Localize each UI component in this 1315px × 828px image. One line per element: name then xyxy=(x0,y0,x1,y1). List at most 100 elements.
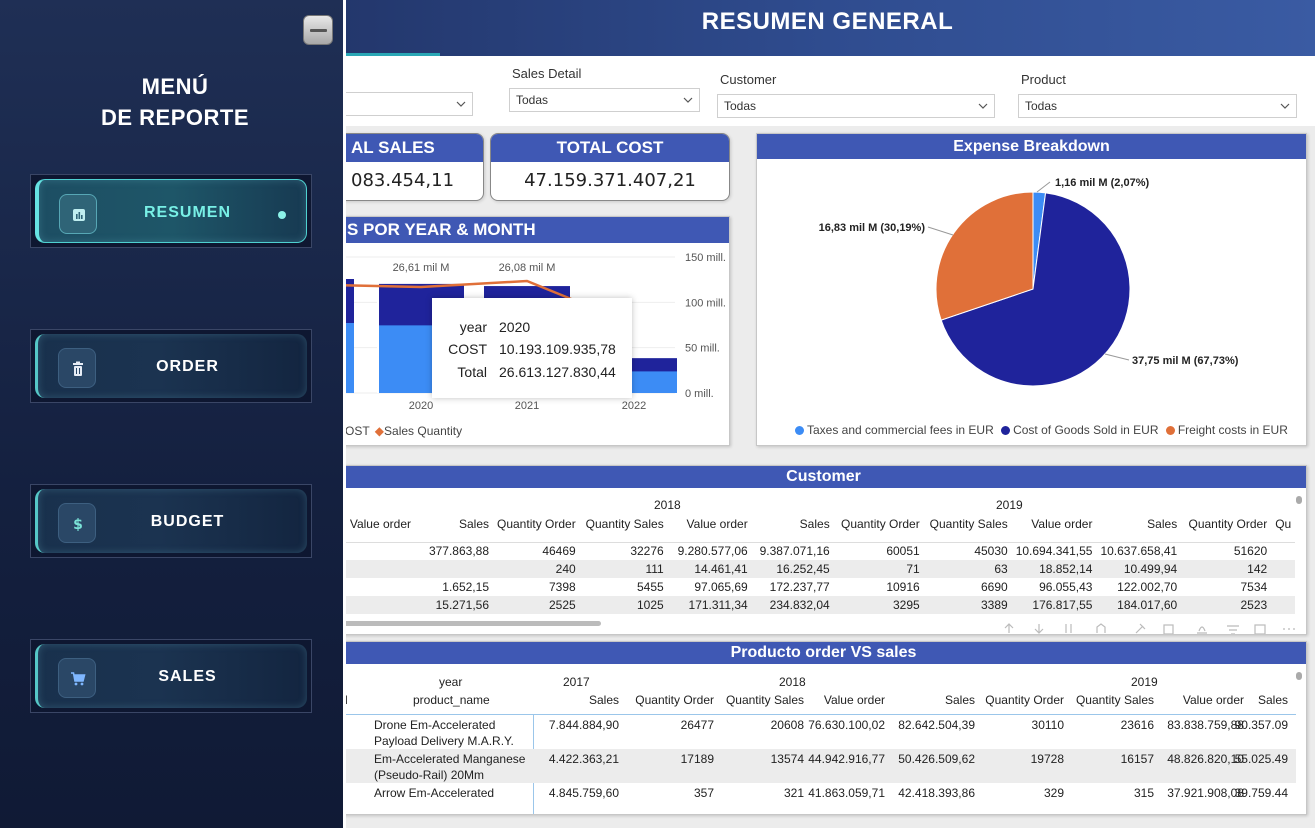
tooltip-value: 2020 xyxy=(499,319,531,335)
horizontal-scrollbar[interactable] xyxy=(341,621,601,626)
minus-icon xyxy=(310,29,327,32)
column-header[interactable]: Qu xyxy=(1271,515,1295,533)
table-cell: 41.863.059,71 xyxy=(808,786,885,800)
table-cell: 44.942.916,77 xyxy=(808,752,885,766)
table-cell: 10.499,94 xyxy=(1123,562,1178,576)
table-cell: 9.387.071,16 xyxy=(759,544,830,559)
table-cell: 9.280.577,06 xyxy=(677,544,748,559)
pie-chart[interactable]: 1,16 mil M (2,07%) 16,83 mil M (30,19%) 37… xyxy=(757,159,1307,446)
table-cell: 37.921.908,08 xyxy=(1167,786,1244,800)
nav-label: SALES xyxy=(158,668,217,685)
sidebar-item-budget[interactable]: $ BUDGET xyxy=(30,484,312,558)
sidebar-item-sales[interactable]: SALES xyxy=(30,639,312,713)
column-header[interactable]: Quantity Order xyxy=(493,515,580,533)
column-header[interactable]: Value order xyxy=(668,515,752,533)
filter-label-sales-detail: Sales Detail xyxy=(512,66,582,81)
column-header: Quantity Order xyxy=(635,693,714,707)
column-header[interactable]: Quantity Sales xyxy=(580,515,668,533)
x-tick-label: 2021 xyxy=(515,400,539,412)
column-header[interactable]: Value order xyxy=(341,515,415,533)
column-header[interactable]: Quantity Sales xyxy=(924,515,1012,533)
menu-title-line1: MENÚ xyxy=(141,74,209,99)
customer-table[interactable]: Value order Sales Quantity Order Quantity S… xyxy=(341,515,1296,614)
table-cell: 377.863,88 xyxy=(428,544,489,559)
tooltip-value: 26.613.127.830,44 xyxy=(499,364,616,380)
table-cell: 4.845.759,60 xyxy=(548,786,619,800)
tooltip-key: COST xyxy=(448,341,487,357)
year-header-2019: 2019 xyxy=(996,498,1023,512)
legend-item: Taxes and commercial fees in EUR xyxy=(807,423,994,437)
table-cell: 83.838.759,88 xyxy=(1167,718,1244,732)
column-header: Quantity Sales xyxy=(725,693,804,707)
chevron-down-icon xyxy=(1280,103,1290,109)
data-label: 26,61 mil M xyxy=(393,262,450,274)
filter-label-customer: Customer xyxy=(720,72,777,87)
table-cell: 71 xyxy=(906,562,920,576)
filter-dropdown-1[interactable] xyxy=(340,92,473,116)
pie-data-label: 16,83 mil M (30,19%) xyxy=(819,222,926,234)
kpi-card-total-cost: TOTAL COST 47.159.371.407,21 xyxy=(490,133,730,201)
table-cell: 2525 xyxy=(549,598,576,612)
table-cell: 240 xyxy=(555,562,576,576)
table-cell: 1.652,15 xyxy=(442,580,489,594)
table-cell: 142 xyxy=(1247,562,1268,576)
menu-title-line2: DE REPORTE xyxy=(100,105,250,130)
table-row[interactable]: 377.863,88 46469 32276 9.280.577,06 9.387.07… xyxy=(341,542,1295,560)
y-tick-label: 50 mill. xyxy=(685,343,720,355)
bar-chart-icon xyxy=(59,194,97,234)
svg-text:$: $ xyxy=(73,517,83,532)
table-cell: 23616 xyxy=(1120,718,1154,732)
column-header[interactable]: Sales xyxy=(1096,515,1181,533)
table-row[interactable]: 15.271,56 2525 1025 171.311,34 234.832,04 329… xyxy=(341,596,1296,614)
table-row[interactable]: 1.652,15 7398 5455 97.065,69 172.237,77 10916… xyxy=(341,578,1295,596)
chart-legend: OST ◆Sales Quantity xyxy=(345,424,462,438)
column-header: Quantity Order xyxy=(985,693,1064,707)
column-header[interactable]: Sales xyxy=(752,515,834,533)
leader-line xyxy=(927,226,954,236)
column-header[interactable]: Sales xyxy=(415,515,493,533)
chart-tooltip: year 2020 COST 10.193.109.935,78 Total 2… xyxy=(432,298,632,398)
table-cell: 176.817,55 xyxy=(1032,598,1093,612)
table-cell xyxy=(341,596,415,614)
visual-toolbar[interactable] xyxy=(1001,621,1301,635)
filter-dropdown-product[interactable]: Todas xyxy=(1018,94,1297,118)
pie-legend: Taxes and commercial fees in EUR Cost of… xyxy=(795,423,1288,437)
product-table-panel: Producto order VS sales year product_name… xyxy=(340,641,1307,815)
button-surface: RESUMEN xyxy=(35,179,307,243)
year-label: year xyxy=(439,675,463,689)
table-cell: 171.311,34 xyxy=(688,598,748,612)
table-cell: 51620 xyxy=(1233,544,1268,559)
minimize-button[interactable] xyxy=(303,15,333,45)
vertical-scrollbar[interactable] xyxy=(1296,672,1302,680)
x-tick-label: 2022 xyxy=(622,400,646,412)
table-row[interactable]: 240 111 14.461,41 16.252,45 71 63 18.852,14 10.… xyxy=(341,560,1296,578)
product-name: Drone Em-Accelerated xyxy=(374,718,496,732)
kpi-title: AL SALES xyxy=(331,134,483,162)
bar-gap xyxy=(377,273,379,393)
legend-item-cost: OST xyxy=(345,424,370,438)
table-cell: 6690 xyxy=(981,580,1008,594)
year-header-2018: 2018 xyxy=(654,498,681,512)
table-cell: 76.630.100,02 xyxy=(808,718,885,732)
column-header[interactable]: Quantity Order xyxy=(834,515,924,533)
column-header[interactable]: Value order xyxy=(1012,515,1097,533)
column-header[interactable]: Quantity Order xyxy=(1181,515,1271,533)
column-header: Sales xyxy=(588,693,619,707)
chart-title: Expense Breakdown xyxy=(757,134,1306,159)
table-title: Customer xyxy=(341,466,1306,488)
filter-value: Todas xyxy=(1025,99,1058,113)
product-table[interactable]: year product_name l 2017 2018 2019 Sales Quanti… xyxy=(341,664,1306,814)
filter-dropdown-customer[interactable]: Todas xyxy=(717,94,995,118)
filter-dropdown-sales-detail[interactable]: Todas xyxy=(509,88,700,112)
dollar-icon: $ xyxy=(58,503,96,543)
table-cell: 32276 xyxy=(630,544,664,559)
table-cell: 1025 xyxy=(637,598,664,612)
table-cell: 90.357.09 xyxy=(1234,718,1288,732)
pie-data-label: 37,75 mil M (67,73%) xyxy=(1132,355,1239,367)
sidebar-item-order[interactable]: ORDER xyxy=(30,329,312,403)
vertical-scrollbar[interactable] xyxy=(1296,496,1302,504)
sidebar-item-resumen[interactable]: RESUMEN xyxy=(30,174,312,248)
trash-icon xyxy=(58,348,96,388)
kpi-value: 083.454,11 xyxy=(351,170,455,191)
table-cell: 14.461,41 xyxy=(694,562,748,576)
